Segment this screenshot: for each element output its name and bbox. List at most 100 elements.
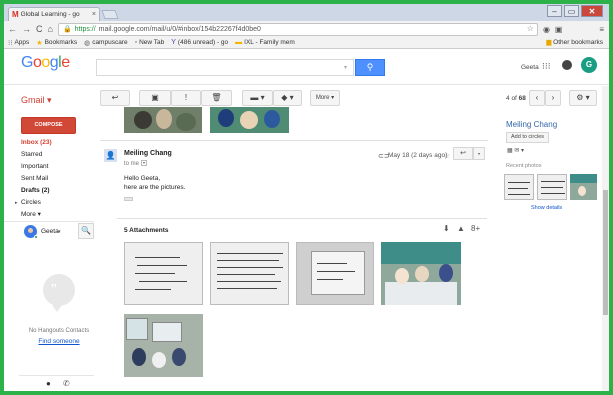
attachments-title: 5 Attachments [124,227,169,234]
recent-photo-thumbnail[interactable] [504,174,534,200]
show-trimmed-content-button[interactable] [124,197,133,201]
compose-button[interactable]: COMPOSE [21,117,76,134]
details-dropdown[interactable]: ▾ [141,160,147,166]
download-all-icon[interactable]: ⬇ [443,224,450,233]
sidebar-item-important[interactable]: Important [21,163,48,170]
tab-title: Global Learning - go [20,11,80,18]
attachment-thumbnail-1[interactable] [124,242,203,305]
share-gplus-icon[interactable]: 8+ [471,224,480,233]
sidebar-item-inbox[interactable]: Inbox (23) [21,139,52,146]
chevron-down-icon[interactable]: ▾ [58,229,61,235]
bookmark-new-tab[interactable]: ▫ New Tab [135,39,165,46]
message-more-button[interactable]: ▾ [473,147,485,160]
archive-button[interactable]: ▣ [139,90,171,106]
attachment-thumbnail-5[interactable] [124,314,203,377]
attachment-thumbnail-4[interactable] [381,242,461,305]
attachment-thumbnail-3[interactable] [296,242,374,305]
older-button[interactable]: › [545,90,561,106]
recipient-text: to me [124,161,140,167]
gmail-menu[interactable]: Gmail ▾ [21,95,52,106]
forward-arrow-icon[interactable]: → [22,22,31,36]
reply-button[interactable]: ↩ [453,147,473,160]
mail-search-box: ▾ [96,59,354,76]
search-button[interactable]: ⚲ [355,59,385,76]
thread-divider [100,140,488,141]
header-divider [4,84,609,85]
browser-tab[interactable]: M Global Learning - go × [8,7,100,21]
back-arrow-icon[interactable]: ← [8,22,17,36]
save-to-drive-icon[interactable]: ▲ [457,224,465,233]
sidebar-item-drafts[interactable]: Drafts (2) [21,187,50,194]
extension-icon-2[interactable]: ▣ [555,25,563,34]
expand-caret-icon[interactable]: ▸ [15,200,18,206]
notifications-icon[interactable] [562,60,572,70]
contact-actions-icon[interactable]: ▦ ✉ ▾ [507,147,524,154]
settings-button[interactable]: ⚙ ▾ [569,90,597,106]
previous-attachment-thumbnail[interactable] [124,107,202,133]
recent-photo-thumbnail-3[interactable] [570,174,597,200]
account-avatar[interactable]: G [581,57,597,73]
contact-name[interactable]: Meiling Chang [506,120,557,129]
recent-photos-label: Recent photos [506,163,542,169]
message-date: May 18 (2 days ago) [388,152,448,159]
bookmark-star-icon[interactable]: ☆ [527,24,534,33]
hangouts-quote-icon [43,274,75,312]
sidebar-divider [4,221,94,222]
bookmark-bookmarks[interactable]: ★ Bookmarks [36,39,77,47]
window-close-button[interactable]: ✕ [581,5,603,17]
apps-grid-icon[interactable]: ⁝⁝⁝ [542,61,551,72]
delete-button[interactable]: 🗑 [201,90,232,106]
browser-address-bar: ← → C ⌂ 🔒 https://mail.google.com/mail/u… [4,21,609,37]
yahoo-icon: Y [171,39,176,46]
bookmark-yahoo[interactable]: Y (486 unread) - go [171,39,228,46]
tab-close-icon[interactable]: × [92,11,96,18]
attachment-thumbnail-2[interactable] [210,242,289,305]
sidebar-item-sent[interactable]: Sent Mail [21,175,48,182]
chrome-menu-icon[interactable]: ≡ [599,25,604,34]
find-someone-link[interactable]: Find someone [4,338,114,345]
add-to-circles-button[interactable]: Add to circles [506,132,550,143]
sidebar-item-circles[interactable]: Circles [21,199,41,206]
move-to-button[interactable]: ▬ ▾ [242,90,273,106]
extension-icon[interactable]: ◉ [543,25,550,34]
back-to-inbox-button[interactable]: ↩ [100,90,130,106]
bookmark-apps[interactable]: ⁝⁝ Apps [8,39,29,47]
hangouts-search-button[interactable]: 🔍 [78,223,94,239]
globe-icon: ◍ [84,39,91,47]
window-minimize-button[interactable]: – [547,5,562,17]
report-spam-button[interactable]: ! [171,90,201,106]
recent-photo-thumbnail-2[interactable] [537,174,567,200]
google-logo[interactable]: Google [21,54,70,72]
sender-name[interactable]: Meiling Chang [124,150,172,157]
hangouts-me-name[interactable]: Geeta [41,228,59,235]
phone-icon[interactable]: ✆ [63,379,70,388]
url-field[interactable]: 🔒 https://mail.google.com/mail/u/0/#inbo… [57,22,538,36]
person-icon[interactable]: ● [46,379,51,388]
user-name[interactable]: Geeta [521,64,539,71]
window-maximize-button[interactable]: ▭ [564,5,579,17]
browser-tab-strip: M Global Learning - go × – ▭ ✕ [4,4,609,21]
home-icon[interactable]: ⌂ [48,22,53,36]
more-actions-button[interactable]: More ▾ [310,90,340,106]
mail-search-input[interactable] [97,60,344,75]
bookmarks-bar: ⁝⁝ Apps ★ Bookmarks ◍ campuscare ▫ New Tab Y… [4,37,609,49]
lock-icon: 🔒 [62,26,72,33]
scrollbar-thumb[interactable] [603,190,608,315]
search-options-icon[interactable]: ▾ [344,64,353,71]
new-tab-button[interactable] [101,10,119,19]
bookmark-campuscare[interactable]: ◍ campuscare [84,39,128,47]
search-icon: ⚲ [366,62,374,72]
reload-icon[interactable]: C [36,22,43,36]
previous-attachment-thumbnail-2[interactable] [210,107,289,133]
url-text: mail.google.com/mail/u/0/#inbox/154b2226… [98,25,261,33]
message-body-line-2: here are the pictures. [124,184,186,191]
labels-button[interactable]: ◆ ▾ [273,90,302,106]
other-bookmarks[interactable]: ▆ Other bookmarks [546,38,603,46]
sidebar-item-starred[interactable]: Starred [21,151,42,158]
newer-button[interactable]: ‹ [529,90,545,106]
sidebar-item-more[interactable]: More ▾ [21,210,41,218]
bookmark-ixl[interactable]: ▬ IXL - Family mem [235,39,295,46]
show-details-link[interactable]: Show details [531,205,562,211]
gmail-favicon-icon: M [12,10,19,19]
star-message-icon[interactable]: ☆ [443,151,450,160]
